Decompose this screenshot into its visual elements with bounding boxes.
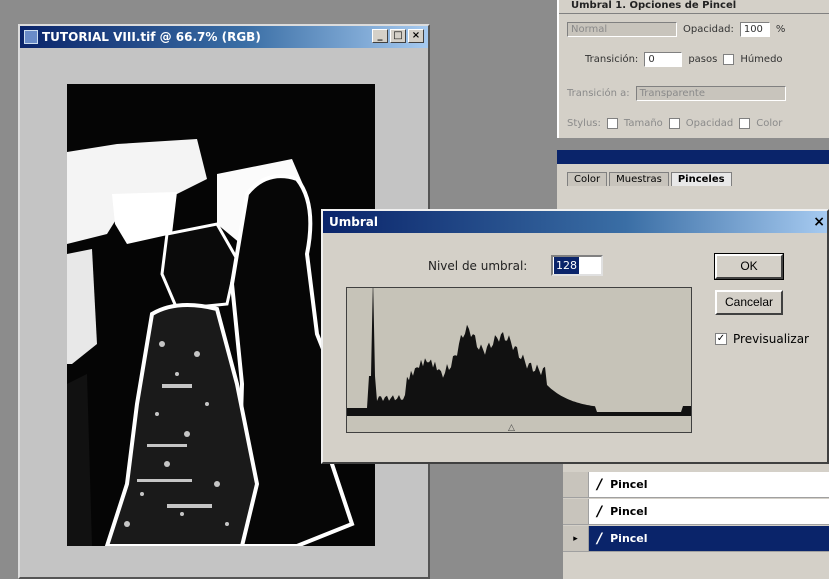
transition-label: Transición: — [585, 54, 639, 65]
transition-to-select[interactable]: Transparente — [635, 86, 786, 101]
wet-checkbox[interactable] — [723, 54, 735, 65]
options-tabs[interactable]: Umbral 1. Opciones de Pincel — [559, 0, 829, 14]
stylus-size-checkbox[interactable] — [606, 118, 618, 129]
dialog-title-bar[interactable]: Umbral — [323, 211, 827, 233]
opacity-field[interactable]: 100 — [739, 22, 770, 37]
threshold-dialog[interactable]: Umbral × Nivel de umbral: 128 △ OK Cance… — [321, 209, 829, 464]
brushes-panel-title-bar[interactable] — [557, 150, 829, 164]
brush-icon: / — [597, 503, 603, 520]
brush-icon: / — [597, 476, 603, 493]
tab-brushes[interactable]: Pinceles — [670, 172, 732, 186]
threshold-level-value: 128 — [554, 257, 579, 274]
document-title-bar[interactable]: TUTORIAL VIII.tif @ 66.7% (RGB) _ □ × — [20, 26, 428, 48]
options-panel: Umbral 1. Opciones de Pincel Normal Opac… — [557, 0, 829, 138]
brush-icon: / — [597, 530, 603, 547]
mode-select[interactable]: Normal — [567, 22, 677, 37]
stylus-label: Stylus: — [567, 118, 601, 129]
photoshop-doc-icon — [24, 30, 38, 44]
stylus-color-label: Color — [756, 118, 783, 129]
dialog-title: Umbral — [329, 215, 378, 229]
history-panel: / Pincel / Pincel ▸ / Pincel — [563, 460, 829, 579]
history-snapshot-cell[interactable] — [563, 472, 589, 497]
histogram[interactable] — [346, 276, 692, 433]
minimize-button[interactable]: _ — [372, 29, 388, 43]
histogram-fill — [347, 276, 691, 416]
opacity-label: Opacidad: — [683, 24, 734, 35]
threshold-slider-marker-icon[interactable]: △ — [508, 423, 515, 433]
stylus-size-label: Tamaño — [623, 118, 663, 129]
preview-checkbox[interactable]: ✓ — [715, 333, 727, 345]
tab-swatches[interactable]: Muestras — [609, 172, 669, 186]
history-state-arrow-icon[interactable]: ▸ — [563, 526, 589, 551]
history-item-selected[interactable]: ▸ / Pincel — [563, 526, 829, 552]
document-title: TUTORIAL VIII.tif @ 66.7% (RGB) — [42, 30, 261, 44]
opacity-unit: % — [775, 24, 786, 35]
stylus-color-checkbox[interactable] — [739, 118, 751, 129]
brushes-panel: Color Muestras Pinceles — [557, 150, 829, 212]
history-item[interactable]: / Pincel — [563, 499, 829, 525]
histogram-graph — [347, 276, 691, 416]
ok-button[interactable]: OK — [714, 253, 784, 280]
stylus-opacity-checkbox[interactable] — [668, 118, 680, 129]
preview-label: Previsualizar — [733, 332, 809, 346]
history-item-label: Pincel — [610, 505, 648, 518]
dialog-close-icon[interactable]: × — [813, 214, 825, 230]
preview-option[interactable]: ✓ Previsualizar — [715, 332, 809, 346]
history-item-label: Pincel — [610, 532, 648, 545]
history-snapshot-cell[interactable] — [563, 499, 589, 524]
history-item[interactable]: / Pincel — [563, 472, 829, 498]
threshold-level-label: Nivel de umbral: — [428, 259, 528, 273]
steps-label: pasos — [688, 54, 718, 65]
threshold-level-input[interactable]: 128 — [551, 255, 603, 276]
history-item-label: Pincel — [610, 478, 648, 491]
transition-to-label: Transición a: — [567, 88, 630, 99]
wet-label: Húmedo — [740, 54, 783, 65]
stylus-opacity-label: Opacidad — [685, 118, 734, 129]
close-button[interactable]: × — [408, 29, 424, 43]
transition-field[interactable]: 0 — [644, 52, 683, 67]
cancel-button[interactable]: Cancelar — [715, 290, 783, 315]
maximize-button[interactable]: □ — [390, 29, 406, 43]
tab-color[interactable]: Color — [567, 172, 608, 186]
